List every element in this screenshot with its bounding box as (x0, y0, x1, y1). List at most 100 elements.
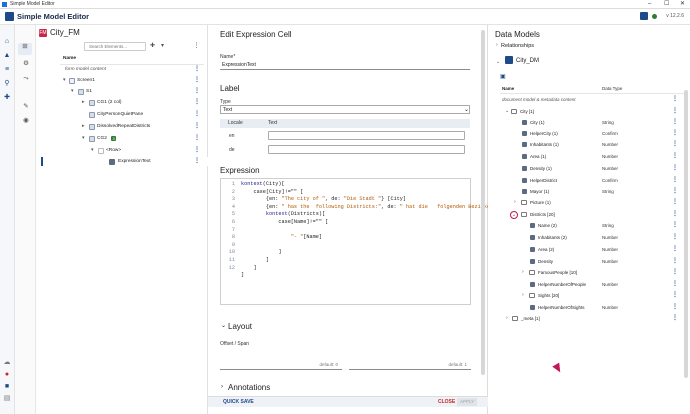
row-menu-icon[interactable]: ⋮ (672, 245, 678, 254)
chevron-down-icon[interactable]: ⌄ (221, 322, 226, 329)
layout-section-title[interactable]: Layout (228, 322, 252, 331)
row-menu-icon[interactable]: ⋮ (672, 176, 678, 185)
dm-row[interactable]: Density Number ⋮ (488, 257, 690, 266)
tree-row[interactable]: ▸ CG1 (2 col) ⋮ (36, 98, 208, 107)
row-menu-icon[interactable]: ⋮ (194, 122, 200, 131)
row-menu-icon[interactable]: ⋮ (672, 221, 678, 230)
span-input[interactable]: default: 1 (349, 361, 471, 370)
maximize-button[interactable]: ☐ (664, 0, 669, 9)
relationships-toggle[interactable]: Relationships (501, 43, 534, 49)
row-menu-icon[interactable]: ⋮ (194, 134, 200, 143)
dm-row[interactable]: HelperNumberOfSights Number ⋮ (488, 303, 690, 312)
search-icon[interactable]: ⚲ (3, 80, 11, 88)
locale-text-en-input[interactable] (268, 131, 465, 140)
chevron-right-icon[interactable]: › (496, 42, 498, 48)
chevron-right-icon[interactable]: › (522, 291, 524, 300)
row-menu-icon[interactable]: ⋮ (672, 129, 678, 138)
apply-button[interactable]: APPLY (457, 398, 478, 406)
home-icon[interactable]: ⌂ (3, 38, 11, 46)
row-menu-icon[interactable]: ⋮ (194, 98, 200, 107)
sync-icon[interactable] (640, 12, 648, 20)
navigate-icon[interactable]: ▲ (3, 52, 11, 60)
dm-row[interactable]: Inhabitants (2) Number ⋮ (488, 233, 690, 242)
chevron-right-icon[interactable]: › (506, 314, 508, 323)
row-menu-icon[interactable]: ⋮ (194, 110, 200, 119)
minimize-button[interactable]: – (648, 0, 651, 9)
dm-row[interactable]: Area (2) Number ⋮ (488, 245, 690, 254)
list-icon[interactable]: ≡ (3, 66, 11, 74)
dm-row[interactable]: › Picture (1) ⋮ (488, 198, 690, 207)
dm-row[interactable]: Name (2) String ⋮ (488, 221, 690, 230)
dm-row[interactable]: HelperNumberOfPeople Number ⋮ (488, 280, 690, 289)
row-menu-icon[interactable]: ⋮ (672, 152, 678, 161)
dm-row[interactable]: ⌄ Districts [20] ⋮ (488, 210, 690, 219)
dm-row[interactable]: › FamousPeople [10] ⋮ (488, 268, 690, 277)
close-window-button[interactable]: ✕ (680, 0, 685, 9)
dm-row[interactable]: HelperDistrict Confirm ⋮ (488, 176, 690, 185)
chevron-down-icon[interactable]: ▾ (82, 134, 85, 143)
dm-row[interactable]: Inhabitants (1) Number ⋮ (488, 140, 690, 149)
row-menu-icon[interactable]: ⋮ (672, 95, 678, 104)
chevron-down-icon[interactable]: ⌄ (510, 210, 518, 219)
add-icon[interactable]: ✚ (149, 43, 156, 50)
type-select[interactable]: Text (220, 105, 470, 114)
pen-icon[interactable]: ✎ (22, 103, 30, 111)
edit-scrollbar[interactable] (481, 30, 485, 375)
offset-input[interactable]: default: 0 (220, 361, 342, 370)
eye-icon[interactable]: ◉ (22, 117, 30, 125)
locale-text-de-input[interactable] (268, 145, 465, 154)
row-menu-icon[interactable]: ⋮ (672, 107, 678, 116)
dm-row[interactable]: ⌄ City [1] ⋮ (488, 107, 690, 116)
element-search-input[interactable]: Search Elements... (84, 42, 146, 51)
chevron-right-icon[interactable]: ▸ (82, 98, 85, 107)
chevron-down-icon[interactable]: ▾ (91, 146, 94, 155)
row-menu-icon[interactable]: ⋮ (672, 198, 678, 207)
dm-row[interactable]: Density (1) Number ⋮ (488, 164, 690, 173)
quick-save-button[interactable]: QUICK SAVE (223, 399, 254, 405)
tree-row[interactable]: CityPersonQuietPane ⋮ (36, 110, 208, 119)
row-menu-icon[interactable]: ⋮ (672, 280, 678, 289)
chevron-right-icon[interactable]: › (221, 384, 223, 390)
tree-row[interactable]: ▸ DissolvedRepeatDistricts ⋮ (36, 122, 208, 131)
tree-row[interactable]: ▾ Screen1 ⋮ (36, 76, 208, 85)
chevron-right-icon[interactable]: › (514, 198, 516, 207)
tree-row-selected[interactable]: ExpressionText ⋮ (41, 157, 208, 166)
gear-icon[interactable]: ⚙ (22, 60, 30, 68)
dm-row[interactable]: Area (1) Number ⋮ (488, 152, 690, 161)
dm-row[interactable]: › _meta [1] ⋮ (488, 314, 690, 323)
graph-icon[interactable]: ⤳ (22, 75, 30, 83)
chevron-down-icon[interactable]: ▾ (63, 76, 66, 85)
chevron-down-icon[interactable]: ⌄ (464, 106, 469, 113)
row-menu-icon[interactable]: ⋮ (672, 257, 678, 266)
dm-row[interactable]: › Sights [20] ⋮ (488, 291, 690, 300)
row-menu-icon[interactable]: ⋮ (194, 76, 200, 85)
row-menu-icon[interactable]: ⋮ (672, 291, 678, 300)
annotations-section-title[interactable]: Annotations (228, 383, 270, 392)
row-menu-icon[interactable]: ⋮ (194, 87, 200, 96)
settings-icon[interactable]: ▤ (3, 395, 11, 403)
tree-row[interactable]: form model content ⋮ (36, 65, 208, 74)
more-icon[interactable]: ⋮ (193, 43, 200, 50)
dm-row[interactable]: City (1) String ⋮ (488, 118, 690, 127)
cloud-icon[interactable]: ☁ (3, 359, 11, 367)
row-menu-icon[interactable]: ⋮ (194, 157, 200, 166)
tree-row[interactable]: ▾ S1 ⋮ (36, 87, 208, 96)
dm-row[interactable]: document model & metadata content ⋮ (488, 95, 690, 104)
row-menu-icon[interactable]: ⋮ (672, 233, 678, 242)
error-icon[interactable]: ● (3, 371, 11, 379)
chevron-down-icon[interactable]: ⌄ (505, 107, 509, 116)
chevron-right-icon[interactable]: ▸ (82, 122, 85, 131)
row-menu-icon[interactable]: ⋮ (672, 210, 678, 219)
close-button[interactable]: CLOSE (438, 399, 455, 405)
name-input[interactable]: ExpressionText (220, 61, 470, 70)
expand-icon[interactable]: ▾ (159, 43, 166, 50)
row-menu-icon[interactable]: ⋮ (672, 303, 678, 312)
row-menu-icon[interactable]: ⋮ (672, 268, 678, 277)
expression-editor[interactable]: 1 2 3 4 5 6 7 8 9 10 11 12 kontext(City)[ case[City… (220, 178, 499, 305)
dm-row[interactable]: HelperCity (1) Confirm ⋮ (488, 129, 690, 138)
save-icon[interactable]: ■ (3, 383, 11, 391)
row-menu-icon[interactable]: ⋮ (672, 118, 678, 127)
data-models-scrollbar[interactable] (684, 90, 688, 378)
tree-row[interactable]: ▾ <Row> ⋮ (36, 146, 208, 155)
puzzle-icon[interactable]: ✚ (3, 94, 11, 102)
